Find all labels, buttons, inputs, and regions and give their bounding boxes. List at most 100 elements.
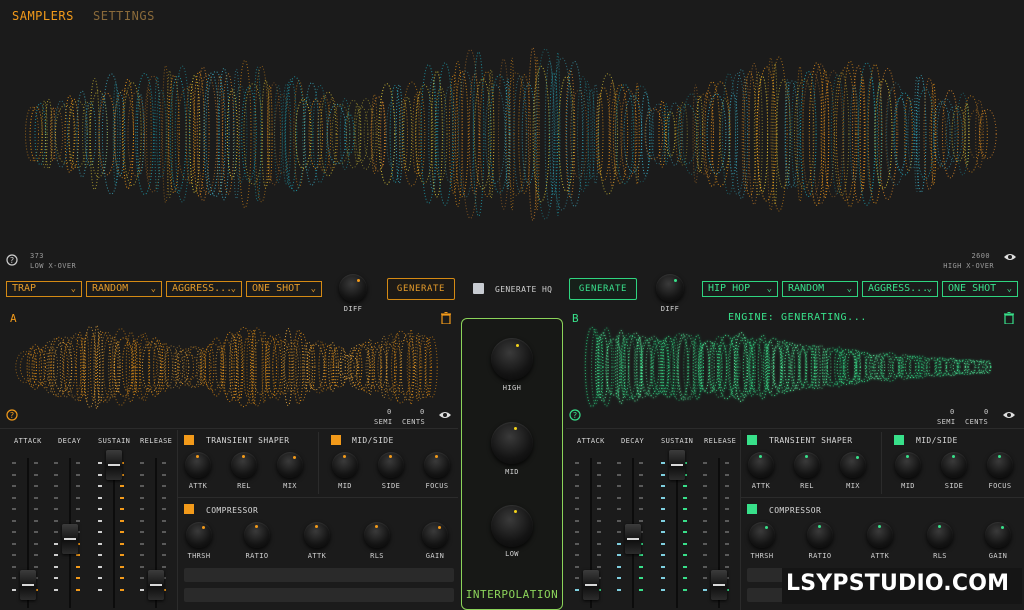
release-fader-a[interactable] <box>148 570 164 600</box>
fader-tick <box>12 577 16 579</box>
generate-button-b[interactable]: GENERATE <box>569 278 637 300</box>
decay-fader-a[interactable] <box>62 524 78 554</box>
midside-focus-label-b: FOCUS <box>988 482 1012 490</box>
type-dropdown-b[interactable]: ONE SHOT ⌄ <box>942 281 1018 297</box>
midside-mid-knob-a[interactable] <box>332 452 358 478</box>
transient-shaper-toggle-a[interactable] <box>184 435 194 445</box>
genre-dropdown-a[interactable]: TRAP ⌄ <box>6 281 82 297</box>
midside-toggle-a[interactable] <box>331 435 341 445</box>
compressor-gain-knob-b[interactable] <box>985 522 1011 548</box>
transient-rel-knob-b[interactable] <box>794 452 820 478</box>
fader-tick <box>597 485 601 487</box>
fader-tick <box>617 519 621 522</box>
compressor-rls-knob-b[interactable] <box>927 522 953 548</box>
compressor-attk-knob-a[interactable] <box>304 522 330 548</box>
fader-tick <box>683 485 687 487</box>
fader-tick <box>120 519 124 522</box>
eye-icon[interactable] <box>438 410 452 420</box>
interpolation-mid-knob[interactable] <box>491 422 533 464</box>
transient-attk-knob-b[interactable] <box>748 452 774 478</box>
midside-mid-knob-b[interactable] <box>895 452 921 478</box>
fader-tick <box>76 473 80 476</box>
compressor-thrsh-knob-a[interactable] <box>186 522 212 548</box>
fader-tick <box>98 565 102 568</box>
sustain-fader-a[interactable] <box>106 450 122 480</box>
fader-tick <box>661 542 665 545</box>
fader-tick <box>12 519 16 522</box>
compressor-rls-knob-a[interactable] <box>364 522 390 548</box>
help-icon[interactable]: ? <box>6 409 18 421</box>
style-dropdown-a[interactable]: AGGRESS... ⌄ <box>166 281 242 297</box>
compressor-attk-knob-b[interactable] <box>867 522 893 548</box>
high-crossover-value[interactable]: 2600 <box>972 252 990 260</box>
fader-tick <box>725 485 729 487</box>
style-dropdown-b[interactable]: AGGRESS... ⌄ <box>862 281 938 297</box>
midside-focus-knob-b[interactable] <box>987 452 1013 478</box>
midside-side-knob-a[interactable] <box>378 452 404 478</box>
generate-hq-checkbox[interactable] <box>473 283 484 294</box>
genre-dropdown-b[interactable]: HIP HOP ⌄ <box>702 281 778 297</box>
fader-tick <box>597 554 601 556</box>
cents-label-b: CENTS <box>965 418 989 426</box>
eye-icon[interactable] <box>1003 252 1017 262</box>
interpolation-low-knob[interactable] <box>491 505 533 547</box>
help-icon[interactable]: ? <box>569 409 581 421</box>
mode-dropdown-a[interactable]: RANDOM ⌄ <box>86 281 162 297</box>
tab-settings[interactable]: SETTINGS <box>93 9 155 23</box>
transient-attk-knob-a[interactable] <box>185 452 211 478</box>
help-icon[interactable]: ? <box>6 254 18 266</box>
release-label-a: RELEASE <box>140 437 173 445</box>
fader-tick <box>98 508 102 510</box>
cents-value-b[interactable]: 0 <box>984 408 989 416</box>
midside-toggle-b[interactable] <box>894 435 904 445</box>
fader-tick <box>98 588 102 591</box>
midside-focus-knob-a[interactable] <box>424 452 450 478</box>
fader-tick <box>661 519 665 522</box>
tab-samplers[interactable]: SAMPLERS <box>12 9 74 23</box>
compressor-toggle-b[interactable] <box>747 504 757 514</box>
compressor-title-a: COMPRESSOR <box>206 506 259 515</box>
fader-tick <box>725 496 729 499</box>
fader-tick <box>575 462 579 464</box>
fader-tick <box>703 485 707 487</box>
interpolation-low-label: LOW <box>505 550 519 558</box>
type-dropdown-a[interactable]: ONE SHOT ⌄ <box>246 281 322 297</box>
low-crossover-value[interactable]: 373 <box>30 252 44 260</box>
release-fader-b[interactable] <box>711 570 727 600</box>
mode-dropdown-b[interactable]: RANDOM ⌄ <box>782 281 858 297</box>
fader-tick <box>617 496 621 499</box>
sustain-fader-b[interactable] <box>669 450 685 480</box>
fader-tick <box>725 519 729 522</box>
compressor-gain-knob-a[interactable] <box>422 522 448 548</box>
compressor-toggle-a[interactable] <box>184 504 194 514</box>
compressor-thrsh-knob-b[interactable] <box>749 522 775 548</box>
transient-mix-knob-b[interactable] <box>840 452 866 478</box>
diff-knob-b[interactable] <box>656 274 684 302</box>
generate-button-a[interactable]: GENERATE <box>387 278 455 300</box>
semi-value-b[interactable]: 0 <box>950 408 955 416</box>
midside-side-knob-b[interactable] <box>941 452 967 478</box>
transient-mix-knob-a[interactable] <box>277 452 303 478</box>
semi-value-a[interactable]: 0 <box>387 408 392 416</box>
compressor-ratio-knob-b[interactable] <box>807 522 833 548</box>
attack-fader-b[interactable] <box>583 570 599 600</box>
fader-tick <box>34 565 38 568</box>
compressor-ratio-knob-a[interactable] <box>244 522 270 548</box>
transient-rel-knob-a[interactable] <box>231 452 257 478</box>
fader-tick <box>162 496 166 499</box>
diff-knob-a[interactable] <box>339 274 367 302</box>
interpolation-high-knob[interactable] <box>491 338 533 380</box>
fader-tick <box>34 462 38 464</box>
midside-side-label-a: SIDE <box>381 482 401 490</box>
eye-icon[interactable] <box>1002 410 1016 420</box>
fader-tick <box>12 473 16 476</box>
decay-fader-b[interactable] <box>625 524 641 554</box>
transient-shaper-toggle-b[interactable] <box>747 435 757 445</box>
fader-tick <box>597 519 601 522</box>
attack-fader-a[interactable] <box>20 570 36 600</box>
fader-tick <box>597 496 601 499</box>
fader-tick <box>639 554 643 556</box>
svg-text:?: ? <box>10 411 14 420</box>
fader-tick <box>683 496 687 499</box>
cents-value-a[interactable]: 0 <box>420 408 425 416</box>
